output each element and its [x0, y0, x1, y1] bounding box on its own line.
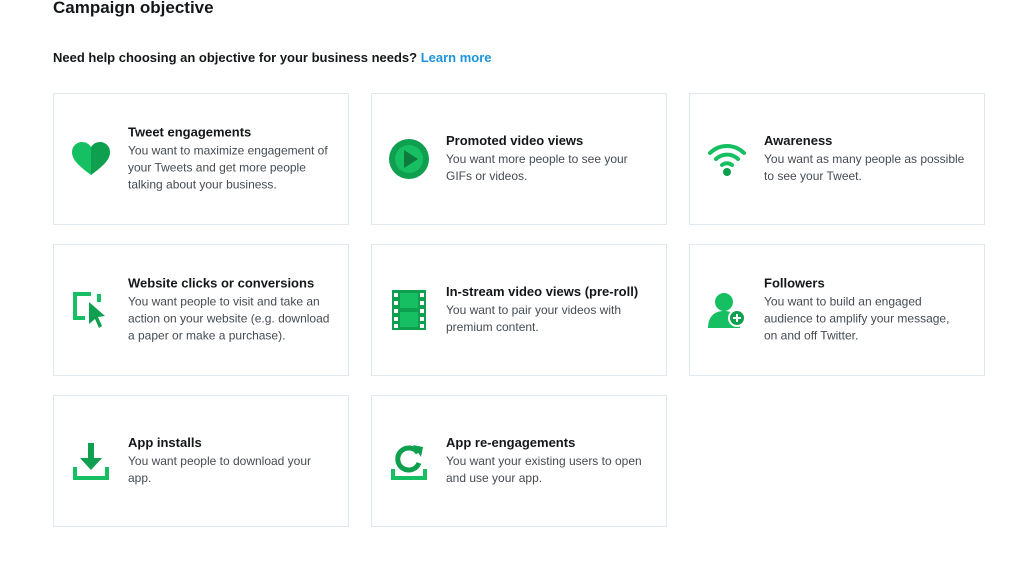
download-icon — [69, 439, 113, 483]
film-icon — [387, 288, 431, 332]
objective-card-promoted-video-views[interactable]: Promoted video views You want more peopl… — [371, 93, 667, 225]
objective-card-in-stream-video-views[interactable]: In-stream video views (pre-roll) You wan… — [371, 244, 667, 376]
objective-title: Awareness — [764, 133, 833, 148]
objective-title: Followers — [764, 275, 825, 291]
heart-icon — [69, 137, 113, 181]
objective-card-followers[interactable]: Followers You want to build an engaged a… — [689, 244, 985, 376]
objective-description: You want to build an engaged audience to… — [764, 294, 950, 343]
objective-description: You want people to visit and take an act… — [128, 294, 330, 343]
signal-icon — [705, 137, 749, 181]
objective-card-awareness[interactable]: Awareness You want as many people as pos… — [689, 93, 985, 225]
objective-card-tweet-engagements[interactable]: Tweet engagements You want to maximize e… — [53, 93, 349, 225]
objective-description: You want more people to see your GIFs or… — [446, 152, 628, 183]
play-icon — [387, 137, 431, 181]
help-text: Need help choosing an objective for your… — [53, 50, 418, 65]
objective-title: In-stream video views (pre-roll) — [446, 284, 639, 299]
cursor-click-icon — [69, 288, 113, 332]
objective-description: You want people to download your app. — [128, 454, 312, 485]
objective-title: Website clicks or conversions — [128, 275, 315, 291]
objective-description: You want to pair your videos with premiu… — [446, 303, 621, 334]
objective-title: App re-engagements — [446, 435, 576, 450]
objective-card-website-clicks[interactable]: Website clicks or conversions You want p… — [53, 244, 349, 376]
add-follower-icon — [705, 288, 749, 332]
page-title: Campaign objective — [53, 0, 214, 17]
help-line: Need help choosing an objective for your… — [53, 50, 492, 65]
objective-description: You want as many people as possible to s… — [764, 152, 965, 183]
objective-card-app-installs[interactable]: App installs You want people to download… — [53, 395, 349, 527]
objective-title: Promoted video views — [446, 133, 584, 148]
objective-title: Tweet engagements — [128, 124, 252, 140]
objective-description: You want your existing users to open and… — [446, 454, 642, 485]
objective-title: App installs — [128, 435, 202, 450]
learn-more-link[interactable]: Learn more — [421, 50, 492, 65]
objective-card-app-re-engagements[interactable]: App re-engagements You want your existin… — [371, 395, 667, 527]
refresh-icon — [387, 439, 431, 483]
objective-description: You want to maximize engagement of your … — [128, 143, 328, 192]
